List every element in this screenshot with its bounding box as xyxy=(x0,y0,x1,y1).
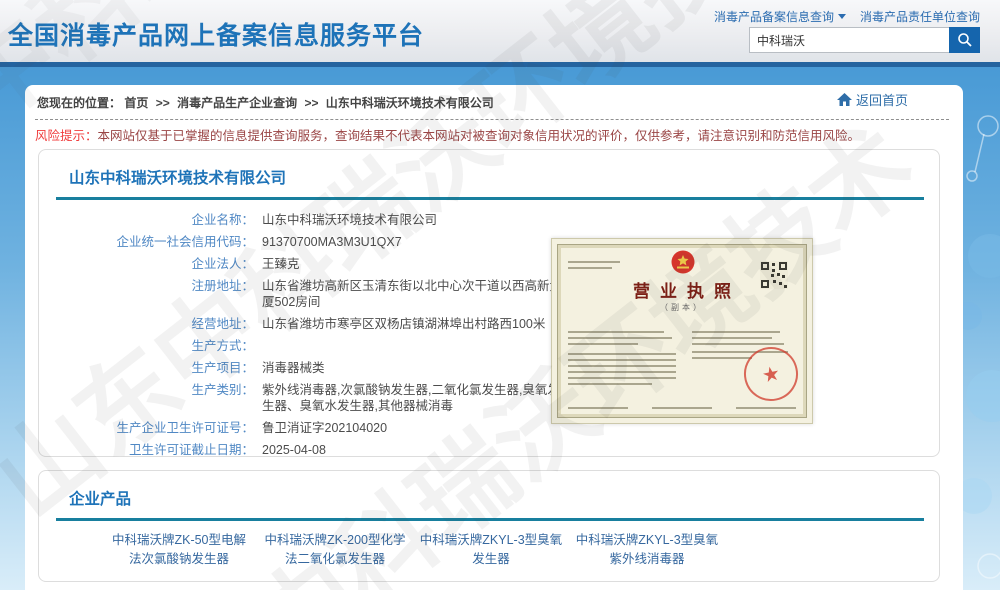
risk-notice-text: 本网站仅基于已掌握的信息提供查询服务，查询结果不代表本网站对被查询对象信用状况的… xyxy=(98,129,861,143)
field-value: 山东省潍坊高新区玉清东街以北中心次干道以西高新大厦502房间 xyxy=(262,278,567,310)
breadcrumb-enterprise-query[interactable]: 消毒产品生产企业查询 xyxy=(177,96,297,110)
product-link[interactable]: 中科瑞沃牌ZKYL-3型臭氧发生器 xyxy=(413,531,569,570)
business-license-image: 营业执照 （副本） xyxy=(551,238,813,424)
products-title: 企业产品 xyxy=(69,487,131,509)
field-row: 企业法人： 王臻克 xyxy=(39,256,579,272)
field-row: 生产类别：紫外线消毒器,次氯酸钠发生器,二氧化氯发生器,臭氧发生器、臭氧水发生器… xyxy=(39,382,579,414)
field-label: 注册地址： xyxy=(39,278,254,310)
back-home-link[interactable]: 返回首页 xyxy=(836,90,908,109)
field-value: 2025-04-08 xyxy=(262,442,567,458)
company-fields: 企业名称： 山东中科瑞沃环境技术有限公司 企业统一社会信用代码： 91370700M… xyxy=(39,212,579,464)
field-value: 王臻克 xyxy=(262,256,567,272)
breadcrumb-home[interactable]: 首页 xyxy=(124,96,148,110)
product-link[interactable]: 中科瑞沃牌ZKYL-3型臭氧紫外线消毒器 xyxy=(569,531,725,570)
field-value: 山东中科瑞沃环境技术有限公司 xyxy=(262,212,567,228)
field-label: 企业法人： xyxy=(39,256,254,272)
site-header: 全国消毒产品网上备案信息服务平台 消毒产品备案信息查询 消毒产品责任单位查询 xyxy=(0,0,1000,62)
nav-responsible-unit-label: 消毒产品责任单位查询 xyxy=(860,8,980,25)
products-card: 企业产品 中科瑞沃牌ZK-50型电解法次氯酸钠发生器 中科瑞沃牌ZK-200型化… xyxy=(38,470,940,582)
qr-code xyxy=(760,261,788,289)
breadcrumb-prefix: 您现在的位置： xyxy=(37,96,121,110)
field-value: 紫外线消毒器,次氯酸钠发生器,二氧化氯发生器,臭氧发生器、臭氧水发生器,其他器械… xyxy=(262,382,567,414)
site-title: 全国消毒产品网上备案信息服务平台 xyxy=(8,16,424,52)
risk-notice: 风险提示：本网站仅基于已掌握的信息提供查询服务，查询结果不代表本网站对被查询对象… xyxy=(35,128,915,144)
product-link[interactable]: 中科瑞沃牌ZK-200型化学法二氧化氯发生器 xyxy=(257,531,413,570)
main-panel: 您现在的位置： 首页 >> 消毒产品生产企业查询 >> 山东中科瑞沃环境技术有限… xyxy=(25,85,963,590)
field-label: 生产类别： xyxy=(39,382,254,414)
nav-record-info-label: 消毒产品备案信息查询 xyxy=(714,8,834,25)
breadcrumb-separator: >> xyxy=(156,96,170,110)
chevron-down-icon xyxy=(838,14,846,19)
molecule-decoration xyxy=(960,66,1000,590)
header-divider-bar xyxy=(0,62,1000,67)
license-subtitle: （副本） xyxy=(552,302,812,313)
license-footer-text xyxy=(568,407,796,413)
search-icon xyxy=(957,32,973,48)
search-bar xyxy=(749,27,980,53)
field-row: 注册地址：山东省潍坊高新区玉清东街以北中心次干道以西高新大厦502房间 xyxy=(39,278,579,310)
home-icon xyxy=(836,92,853,107)
national-emblem-icon xyxy=(670,249,696,275)
field-row: 生产方式： xyxy=(39,338,579,354)
company-info-card: 山东中科瑞沃环境技术有限公司 企业名称： 山东中科瑞沃环境技术有限公司 企业统一社… xyxy=(38,149,940,457)
field-label: 生产企业卫生许可证号： xyxy=(39,420,254,436)
field-label: 企业统一社会信用代码： xyxy=(39,234,254,250)
field-value xyxy=(262,338,567,354)
product-link[interactable]: 中科瑞沃牌ZK-50型电解法次氯酸钠发生器 xyxy=(101,531,257,570)
top-nav: 消毒产品备案信息查询 消毒产品责任单位查询 xyxy=(714,8,980,25)
breadcrumb-current-company: 山东中科瑞沃环境技术有限公司 xyxy=(326,96,494,110)
product-list: 中科瑞沃牌ZK-50型电解法次氯酸钠发生器 中科瑞沃牌ZK-200型化学法二氧化… xyxy=(101,531,725,570)
back-home-label: 返回首页 xyxy=(856,90,908,109)
license-left-column-text xyxy=(568,331,678,389)
nav-responsible-unit-query[interactable]: 消毒产品责任单位查询 xyxy=(860,8,980,25)
nav-record-info-query[interactable]: 消毒产品备案信息查询 xyxy=(714,8,846,25)
dashed-separator xyxy=(35,119,949,120)
risk-notice-label: 风险提示： xyxy=(35,129,98,143)
field-value: 消毒器械类 xyxy=(262,360,567,376)
section-divider xyxy=(56,518,924,521)
field-label: 生产方式： xyxy=(39,338,254,354)
field-value: 山东省潍坊市寒亭区双杨店镇湖淋埠出村路西100米 xyxy=(262,316,567,332)
search-button[interactable] xyxy=(949,27,980,53)
field-label: 生产项目： xyxy=(39,360,254,376)
field-value: 鲁卫消证字202104020 xyxy=(262,420,567,436)
field-row: 生产项目： 消毒器械类 xyxy=(39,360,579,376)
company-title: 山东中科瑞沃环境技术有限公司 xyxy=(69,166,286,188)
breadcrumb: 您现在的位置： 首页 >> 消毒产品生产企业查询 >> 山东中科瑞沃环境技术有限… xyxy=(37,94,494,111)
field-label: 经营地址： xyxy=(39,316,254,332)
field-row: 企业统一社会信用代码： 91370700MA3M3U1QX7 xyxy=(39,234,579,250)
breadcrumb-separator: >> xyxy=(304,96,318,110)
field-value: 91370700MA3M3U1QX7 xyxy=(262,234,567,250)
field-row: 经营地址： 山东省潍坊市寒亭区双杨店镇湖淋埠出村路西100米 xyxy=(39,316,579,332)
field-row: 生产企业卫生许可证号： 鲁卫消证字202104020 xyxy=(39,420,579,436)
field-row: 企业名称： 山东中科瑞沃环境技术有限公司 xyxy=(39,212,579,228)
field-label: 卫生许可证截止日期： xyxy=(39,442,254,458)
field-label: 企业名称： xyxy=(39,212,254,228)
section-divider xyxy=(56,197,924,200)
search-input[interactable] xyxy=(749,27,949,53)
license-credit-code-text xyxy=(568,261,624,273)
field-row: 卫生许可证截止日期： 2025-04-08 xyxy=(39,442,579,458)
